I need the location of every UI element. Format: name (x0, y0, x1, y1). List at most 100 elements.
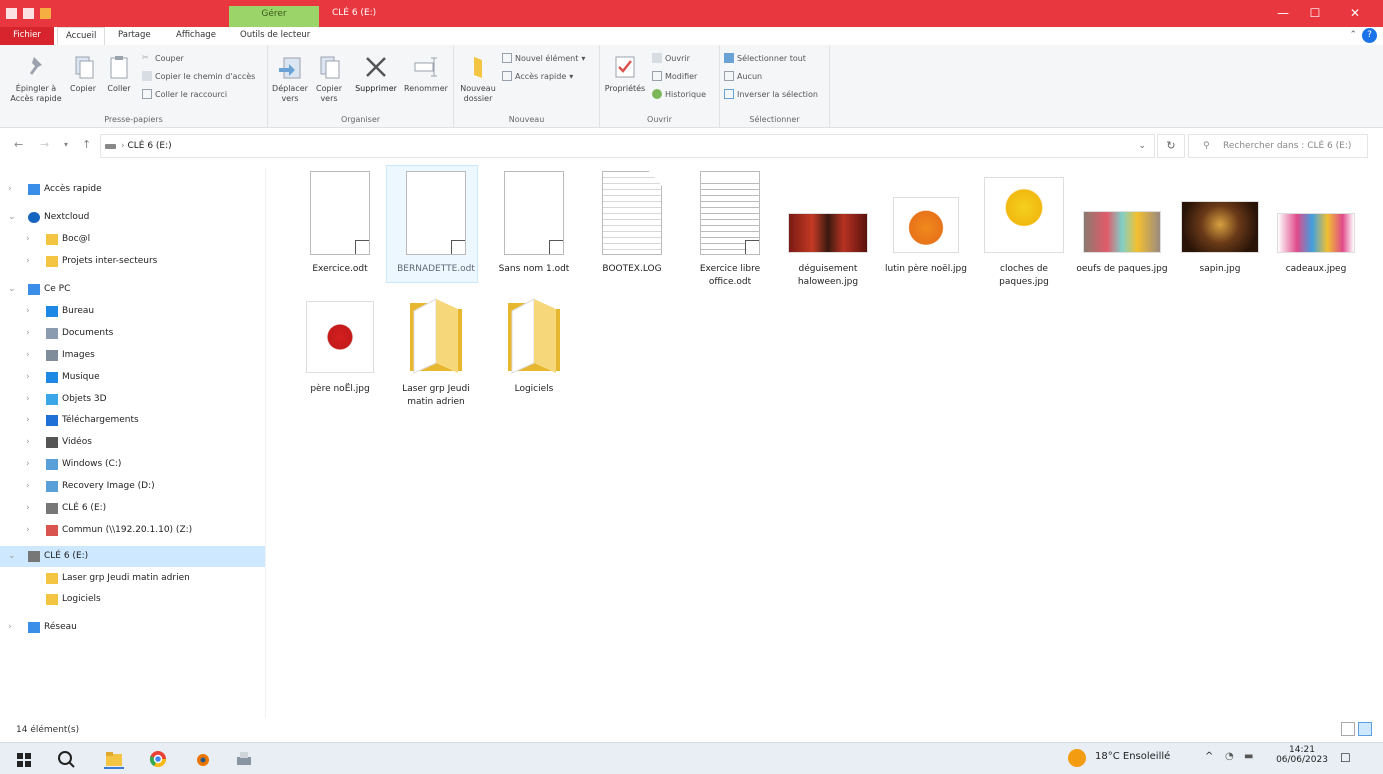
file-item[interactable]: lutin père noël.jpg (880, 171, 972, 276)
nav-item-vidéos[interactable]: › Vidéos (0, 432, 265, 453)
file-item[interactable]: oeufs de paques.jpg (1076, 171, 1168, 276)
tab-outils-de-lecteur[interactable]: Outils de lecteur (232, 27, 318, 45)
minimize-button[interactable]: — (1270, 3, 1296, 23)
collapse-ribbon-icon[interactable]: ⌃ (1349, 30, 1357, 40)
collapse-chevron-icon[interactable]: ⌄ (8, 279, 16, 300)
nav-item-réseau[interactable]: › Réseau (0, 617, 265, 638)
file-item[interactable]: cloches de paques.jpg (978, 171, 1070, 289)
manage-context-tab[interactable]: Gérer (229, 6, 319, 27)
network-tray-icon[interactable]: ◔ (1225, 751, 1234, 762)
expand-chevron-icon[interactable]: › (26, 229, 30, 250)
paste-button[interactable]: Coller (102, 53, 136, 94)
expand-chevron-icon[interactable]: › (26, 367, 30, 388)
move-to-button[interactable]: Déplacer vers (270, 53, 310, 104)
rename-button[interactable]: Renommer (402, 53, 450, 94)
search-input[interactable]: ⚲ Rechercher dans : CLÉ 6 (E:) (1188, 134, 1368, 158)
nav-item-windows-c[interactable]: › Windows (C:) (0, 454, 265, 475)
new-item-button[interactable]: Nouvel élément ▾ (502, 53, 585, 63)
paste-shortcut-button[interactable]: Coller le raccourci (142, 89, 227, 99)
expand-chevron-icon[interactable]: › (8, 617, 12, 638)
folder-item[interactable]: Laser grp Jeudi matin adrien (390, 291, 482, 409)
expand-chevron-icon[interactable]: › (26, 410, 30, 431)
properties-button[interactable]: Propriétés (602, 53, 648, 94)
windows-start-icon[interactable] (14, 749, 34, 769)
maximize-button[interactable]: ☐ (1302, 3, 1328, 23)
file-explorer-icon[interactable] (104, 749, 124, 769)
nav-item-accès-rapide[interactable]: › Accès rapide (0, 179, 265, 200)
large-icons-view-button[interactable] (1358, 722, 1372, 736)
nav-item-logiciels[interactable]: Logiciels (0, 589, 265, 610)
expand-chevron-icon[interactable]: › (26, 498, 30, 519)
nav-item-commun-192-20-1-10-z[interactable]: › Commun (\\192.20.1.10) (Z:) (0, 520, 265, 541)
new-folder-button[interactable]: Nouveau dossier (456, 53, 500, 104)
file-item[interactable]: déguisement haloween.jpg (782, 171, 874, 289)
nav-item-projets-inter-secteurs[interactable]: › Projets inter-secteurs (0, 251, 265, 272)
expand-chevron-icon[interactable]: › (26, 251, 30, 272)
clock[interactable]: 14:21 06/06/2023 (1276, 745, 1328, 765)
expand-chevron-icon[interactable]: › (26, 520, 30, 541)
tab-accueil[interactable]: Accueil (57, 27, 106, 45)
easy-access-button[interactable]: Accès rapide ▾ (502, 71, 573, 81)
nav-item-ce-pc[interactable]: ⌄ Ce PC (0, 279, 265, 300)
weather-sun-icon[interactable] (1068, 749, 1086, 767)
history-button[interactable]: Historique (652, 89, 706, 99)
expand-chevron-icon[interactable]: › (26, 454, 30, 475)
select-none-button[interactable]: Aucun (724, 71, 762, 81)
details-view-button[interactable] (1341, 722, 1355, 736)
nav-item-documents[interactable]: › Documents (0, 323, 265, 344)
folder-item[interactable]: Logiciels (488, 291, 580, 396)
back-arrow-icon[interactable]: ← (14, 138, 23, 151)
nav-item-images[interactable]: › Images (0, 345, 265, 366)
printer-app-icon[interactable] (234, 749, 254, 769)
nav-item-téléchargements[interactable]: › Téléchargements (0, 410, 265, 431)
file-item[interactable]: Exercice.odt (294, 171, 386, 276)
expand-chevron-icon[interactable]: › (26, 345, 30, 366)
cut-button[interactable]: ✂ Couper (142, 53, 184, 63)
file-item[interactable]: sapin.jpg (1174, 171, 1266, 276)
expand-chevron-icon[interactable]: › (26, 323, 30, 344)
nav-item-recovery-image-d[interactable]: › Recovery Image (D:) (0, 476, 265, 497)
blender-icon[interactable] (192, 749, 212, 769)
nav-item-clé-6-e[interactable]: › CLÉ 6 (E:) (0, 498, 265, 519)
tab-fichier[interactable]: Fichier (0, 27, 54, 45)
up-arrow-icon[interactable]: ↑ (82, 138, 91, 151)
file-item[interactable]: BOOTEX.LOG (586, 171, 678, 276)
search-icon[interactable] (56, 749, 76, 769)
close-button[interactable]: ✕ (1342, 3, 1368, 23)
expand-chevron-icon[interactable]: › (8, 179, 12, 200)
nav-item-laser-grp-jeudi-matin-adrien[interactable]: Laser grp Jeudi matin adrien (0, 568, 265, 589)
copy-button[interactable]: Copier (66, 53, 100, 94)
tab-partage[interactable]: Partage (110, 27, 159, 45)
open-button[interactable]: Ouvrir (652, 53, 690, 63)
copy-to-button[interactable]: Copier vers (310, 53, 348, 104)
notification-icon[interactable]: ☐ (1340, 751, 1351, 765)
invert-selection-button[interactable]: Inverser la sélection (724, 89, 818, 99)
help-icon[interactable]: ? (1362, 28, 1377, 43)
file-item[interactable]: Exercice libre office.odt (684, 171, 776, 289)
expand-chevron-icon[interactable]: › (26, 432, 30, 453)
tab-affichage[interactable]: Affichage (168, 27, 224, 45)
edit-button[interactable]: Modifier (652, 71, 697, 81)
battery-tray-icon[interactable]: ▬ (1244, 751, 1253, 762)
copy-path-button[interactable]: Copier le chemin d'accès (142, 71, 255, 81)
file-item[interactable]: Sans nom 1.odt (488, 171, 580, 276)
nav-item-nextcloud[interactable]: ⌄ Nextcloud (0, 207, 265, 228)
chrome-icon[interactable] (148, 749, 168, 769)
forward-arrow-icon[interactable]: → (40, 138, 49, 151)
file-item[interactable]: cadeaux.jpeg (1270, 171, 1362, 276)
nav-item-objets-3d[interactable]: › Objets 3D (0, 389, 265, 410)
address-box[interactable]: › CLÉ 6 (E:) ⌄ (100, 134, 1155, 158)
delete-button[interactable]: Supprimer (352, 53, 400, 94)
tray-chevron-icon[interactable]: ^ (1205, 751, 1213, 762)
address-dropdown-icon[interactable]: ⌄ (1138, 135, 1146, 157)
nav-item-clé-6-e[interactable]: ⌄ CLÉ 6 (E:) (0, 546, 265, 567)
expand-chevron-icon[interactable]: › (26, 389, 30, 410)
file-item[interactable]: père noËl.jpg (294, 291, 386, 396)
nav-item-bureau[interactable]: › Bureau (0, 301, 265, 322)
nav-item-boc@l[interactable]: › Boc@l (0, 229, 265, 250)
expand-chevron-icon[interactable]: › (26, 301, 30, 322)
expand-chevron-icon[interactable]: › (26, 476, 30, 497)
quick-access-toolbar[interactable] (6, 8, 51, 19)
collapse-chevron-icon[interactable]: ⌄ (8, 207, 16, 228)
recent-chevron-icon[interactable]: ▾ (64, 140, 68, 149)
